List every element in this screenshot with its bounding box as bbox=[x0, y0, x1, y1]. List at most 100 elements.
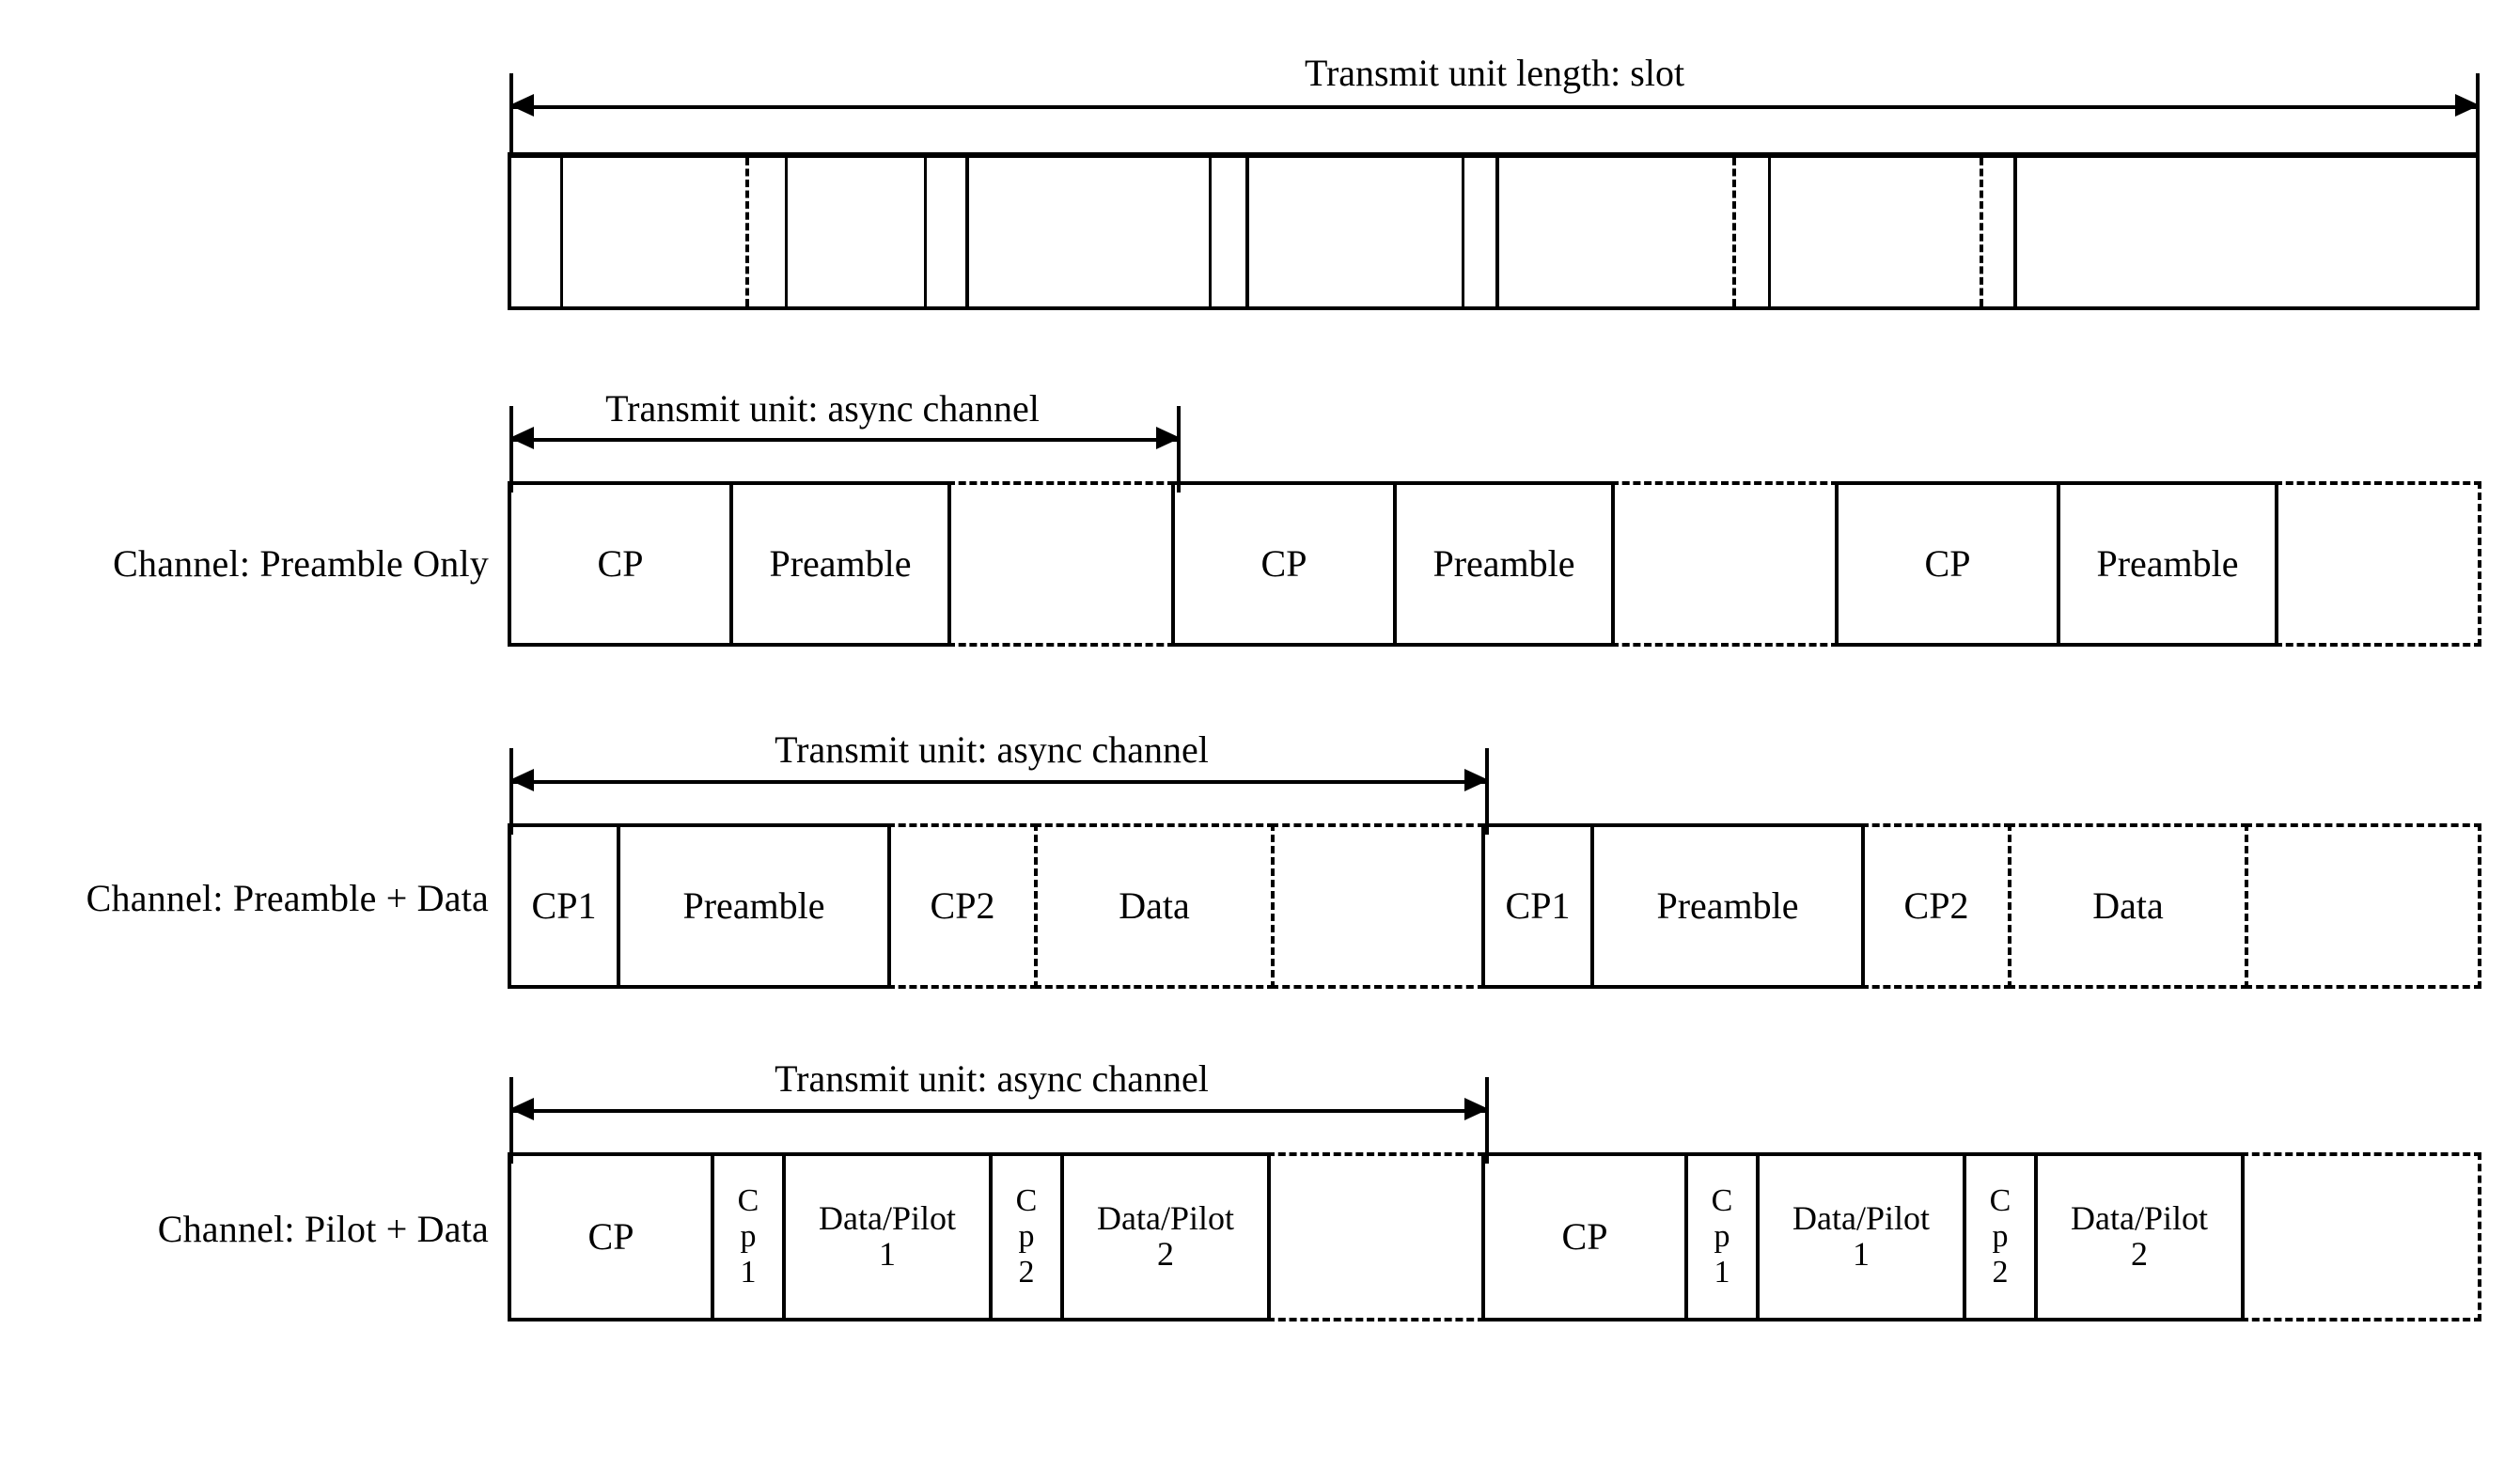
cell-label: Data/Pilot 1 bbox=[819, 1199, 956, 1273]
frame-cell: CP2 bbox=[1861, 823, 2011, 989]
arrow-head-right bbox=[1464, 769, 1489, 791]
frame-cell: Preamble bbox=[2057, 481, 2278, 647]
cell-label: CP2 bbox=[930, 884, 995, 927]
arrow-head-left bbox=[509, 769, 534, 791]
frame-cell: Data/Pilot 2 bbox=[2034, 1152, 2245, 1321]
cell-label: CP bbox=[1260, 542, 1307, 585]
slot-divider bbox=[1732, 158, 1736, 306]
cell-label: CP1 bbox=[531, 884, 597, 927]
cell-label: Preamble bbox=[769, 542, 912, 585]
frame-cell bbox=[1271, 823, 1485, 989]
row-cells-preamble-data: CP1 Preamble CP2 Data CP1 Preamble CP2 D… bbox=[508, 823, 2481, 989]
frame-cell bbox=[947, 481, 1175, 647]
figure-canvas: Transmit unit length: slot Channel: Prea… bbox=[0, 0, 2520, 1470]
frame-cell: C p 1 bbox=[1684, 1152, 1760, 1321]
arrow-head-right bbox=[2455, 94, 2480, 117]
frame-cell: Preamble bbox=[1393, 481, 1615, 647]
frame-cell: Preamble bbox=[729, 481, 951, 647]
frame-cell: CP bbox=[1481, 1152, 1688, 1321]
cell-label: CP bbox=[597, 542, 644, 585]
cell-label: CP bbox=[1561, 1215, 1608, 1258]
cell-label: C p 2 bbox=[1989, 1182, 2011, 1290]
cell-label: Data/Pilot 2 bbox=[1097, 1199, 1234, 1273]
frame-cell: C p 2 bbox=[989, 1152, 1064, 1321]
row1-measure-label: Transmit unit: async channel bbox=[605, 387, 1040, 430]
arrow-head-left bbox=[509, 94, 534, 117]
arrow-line bbox=[509, 438, 1181, 442]
row-cells-preamble-only: CP Preamble CP Preamble CP Preamble bbox=[508, 481, 2481, 647]
frame-cell: Data bbox=[1034, 823, 1275, 989]
frame-cell: CP1 bbox=[508, 823, 620, 989]
row-label-preamble-data: Channel: Preamble + Data bbox=[86, 877, 489, 919]
frame-cell bbox=[2241, 1152, 2481, 1321]
cell-label: Data bbox=[1119, 884, 1190, 927]
frame-cell: CP2 bbox=[887, 823, 1038, 989]
frame-cell: CP bbox=[508, 481, 733, 647]
row3-measure-label: Transmit unit: async channel bbox=[775, 1057, 1209, 1100]
frame-cell: Preamble bbox=[1590, 823, 1865, 989]
arrow-head-right bbox=[1156, 427, 1181, 449]
slot-tick-left bbox=[509, 73, 513, 160]
row2-tick-left bbox=[509, 748, 513, 835]
slot-divider bbox=[745, 158, 749, 306]
frame-cell bbox=[2275, 481, 2481, 647]
cell-label: Preamble bbox=[1432, 542, 1575, 585]
cell-label: C p 1 bbox=[737, 1182, 759, 1290]
row-cells-pilot-data: CP C p 1 Data/Pilot 1 C p 2 Data/Pilot 2… bbox=[508, 1152, 2481, 1321]
cell-label: CP bbox=[1924, 542, 1971, 585]
cell-label: CP2 bbox=[1903, 884, 1969, 927]
slot-divider bbox=[965, 158, 969, 306]
slot-divider bbox=[1245, 158, 1249, 306]
row1-tick-left bbox=[509, 406, 513, 493]
frame-cell: CP1 bbox=[1481, 823, 1594, 989]
slot-tick-right bbox=[2476, 73, 2480, 160]
slot-divider bbox=[1462, 158, 1464, 306]
cell-label: Preamble bbox=[1656, 884, 1799, 927]
slot-divider bbox=[1495, 158, 1499, 306]
row3-tick-left bbox=[509, 1077, 513, 1164]
cell-label: CP bbox=[587, 1215, 634, 1258]
cell-label: Data/Pilot 2 bbox=[2071, 1199, 2208, 1273]
slot-bar bbox=[508, 152, 2480, 310]
frame-cell: Data/Pilot 1 bbox=[782, 1152, 993, 1321]
arrow-line bbox=[509, 780, 1489, 784]
slot-divider bbox=[2013, 158, 2017, 306]
cell-label: C p 2 bbox=[1015, 1182, 1038, 1290]
slot-divider bbox=[1768, 158, 1771, 306]
cell-label: Data bbox=[2092, 884, 2164, 927]
slot-divider bbox=[924, 158, 927, 306]
slot-measure-label: Transmit unit length: slot bbox=[1304, 52, 1685, 94]
frame-cell: CP bbox=[1835, 481, 2060, 647]
row-label-pilot-data: Channel: Pilot + Data bbox=[157, 1208, 489, 1250]
cell-label: C p 1 bbox=[1711, 1182, 1733, 1290]
slot-divider bbox=[560, 158, 563, 306]
row2-measure-label: Transmit unit: async channel bbox=[775, 728, 1209, 771]
frame-cell: C p 1 bbox=[711, 1152, 786, 1321]
row-label-preamble-only: Channel: Preamble Only bbox=[113, 542, 489, 585]
arrow-head-left bbox=[509, 427, 534, 449]
arrow-line bbox=[509, 105, 2480, 109]
slot-divider bbox=[1209, 158, 1212, 306]
frame-cell: Data/Pilot 2 bbox=[1060, 1152, 1271, 1321]
slot-divider bbox=[785, 158, 788, 306]
cell-label: Preamble bbox=[2096, 542, 2239, 585]
frame-cell: Preamble bbox=[617, 823, 891, 989]
row3-tick-right bbox=[1485, 1077, 1489, 1164]
arrow-line bbox=[509, 1109, 1489, 1113]
frame-cell bbox=[1267, 1152, 1485, 1321]
frame-cell bbox=[2245, 823, 2481, 989]
cell-label: CP1 bbox=[1505, 884, 1571, 927]
cell-label: Preamble bbox=[682, 884, 825, 927]
cell-label: Data/Pilot 1 bbox=[1792, 1199, 1930, 1273]
row1-tick-right bbox=[1177, 406, 1181, 493]
frame-cell: Data bbox=[2008, 823, 2248, 989]
slot-divider bbox=[1980, 158, 1983, 306]
frame-cell: CP bbox=[1171, 481, 1397, 647]
frame-cell bbox=[1611, 481, 1839, 647]
frame-cell: CP bbox=[508, 1152, 714, 1321]
frame-cell: Data/Pilot 1 bbox=[1756, 1152, 1966, 1321]
arrow-head-right bbox=[1464, 1098, 1489, 1120]
row2-tick-right bbox=[1485, 748, 1489, 835]
arrow-head-left bbox=[509, 1098, 534, 1120]
frame-cell: C p 2 bbox=[1963, 1152, 2038, 1321]
